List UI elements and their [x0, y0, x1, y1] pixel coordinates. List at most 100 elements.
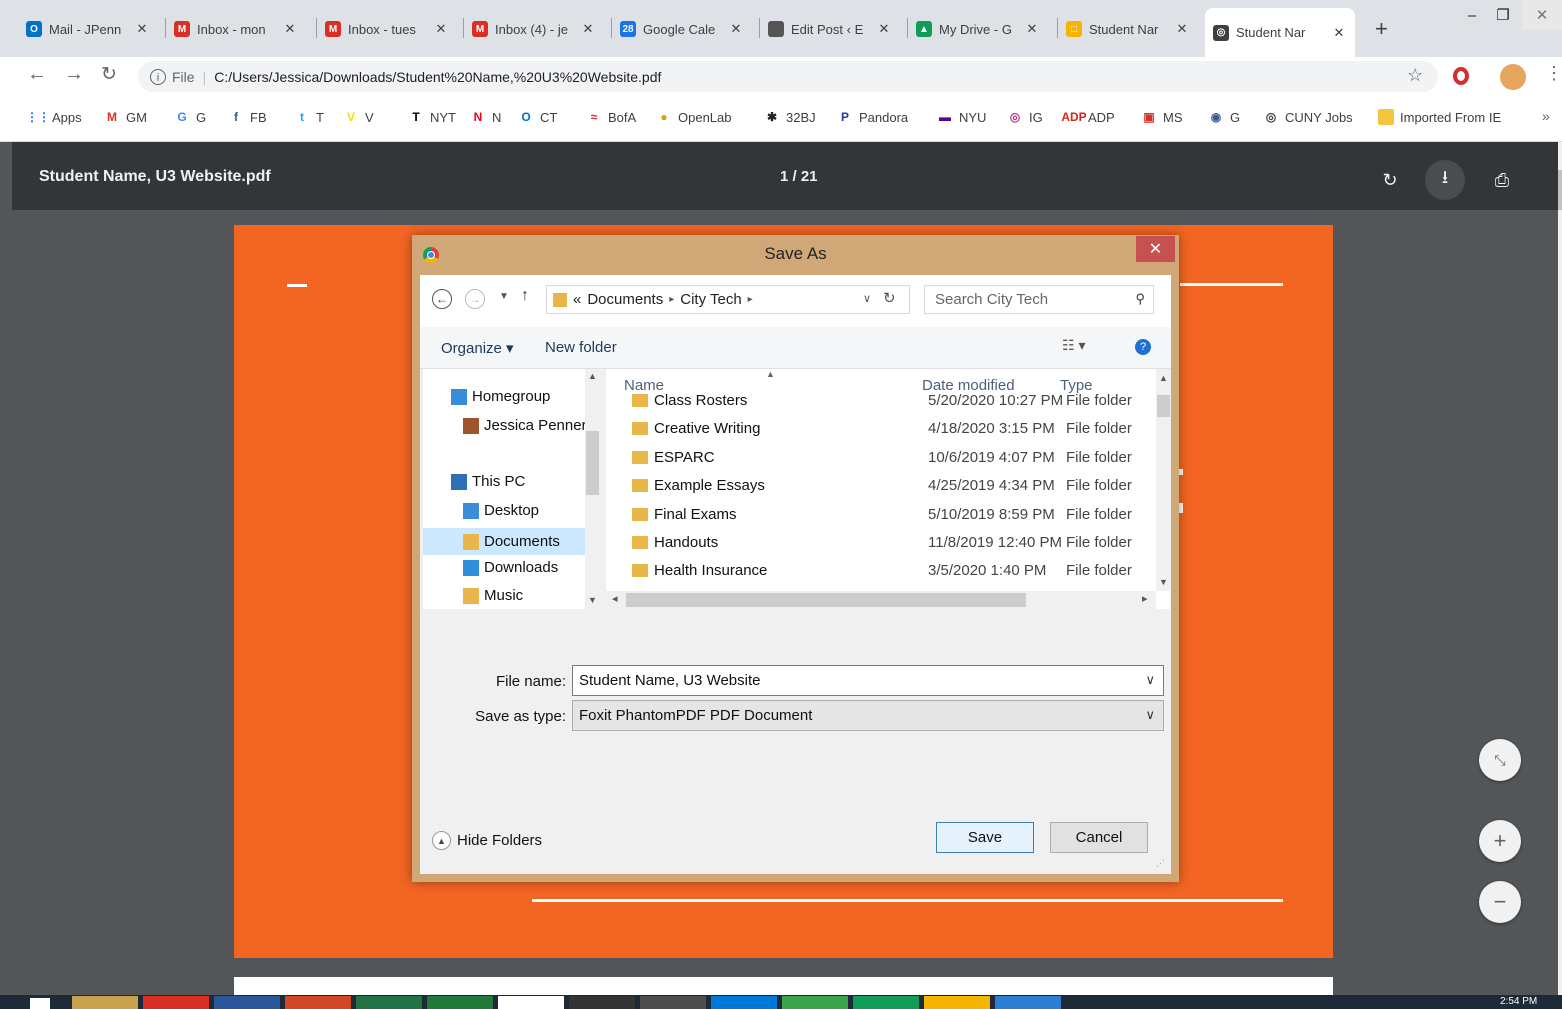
forward-icon[interactable]: →	[64, 63, 84, 86]
taskbar-app-icon[interactable]	[924, 996, 990, 1009]
nav-item-music[interactable]: Music	[463, 587, 523, 604]
bookmark-item[interactable]: ◎ IG	[1007, 109, 1043, 125]
taskbar-app-icon[interactable]	[214, 996, 280, 1009]
dialog-search-input[interactable]: Search City Tech ⚲	[924, 285, 1154, 314]
zoom-out-button[interactable]: −	[1479, 881, 1521, 923]
help-icon[interactable]: ?	[1135, 339, 1151, 355]
organize-button[interactable]: Organize ▾	[441, 339, 514, 357]
taskbar-app-icon[interactable]	[427, 996, 493, 1009]
pdf-scroll-thumb[interactable]	[1558, 170, 1562, 210]
new-tab-button[interactable]: +	[1375, 16, 1388, 42]
fit-page-icon[interactable]: ⤡	[1479, 739, 1521, 781]
taskbar-app-icon[interactable]	[711, 996, 777, 1009]
file-list-horizontal-scrollbar[interactable]: ◂ ▸	[606, 591, 1156, 609]
browser-tab[interactable]: M Inbox - tues ✕	[317, 10, 457, 48]
bookmark-item[interactable]: ● OpenLab	[656, 109, 731, 125]
bookmark-item[interactable]: ◎ CUNY Jobs	[1263, 109, 1353, 125]
dialog-close-button[interactable]: ✕	[1136, 236, 1175, 262]
nav-item-jessica-penner[interactable]: Jessica Penner	[463, 417, 587, 434]
new-folder-button[interactable]: New folder	[545, 339, 617, 356]
breadcrumb-dropdown-icon[interactable]: ∨	[863, 292, 871, 305]
pdf-scrollbar[interactable]	[1558, 142, 1562, 995]
window-close-button[interactable]: ✕	[1522, 0, 1562, 30]
tab-close-icon[interactable]: ✕	[1024, 21, 1040, 37]
chrome-menu-icon[interactable]: ⋮	[1545, 63, 1562, 84]
taskbar-app-icon[interactable]	[498, 996, 564, 1009]
nav-pane-scrollbar[interactable]: ▲ ▼	[585, 369, 600, 609]
scroll-right-icon[interactable]: ▸	[1142, 592, 1148, 605]
browser-tab[interactable]: ▲ My Drive - G ✕	[908, 10, 1048, 48]
tab-close-icon[interactable]: ✕	[1331, 25, 1347, 41]
bookmark-item[interactable]: tT	[294, 109, 324, 125]
taskbar-app-icon[interactable]	[782, 996, 848, 1009]
nav-item-this-pc[interactable]: This PC	[451, 473, 525, 490]
taskbar-app-icon[interactable]	[995, 996, 1061, 1009]
bookmark-item[interactable]: f FB	[228, 109, 267, 125]
browser-tab[interactable]: M Inbox (4) - je ✕	[464, 10, 604, 48]
cancel-button[interactable]: Cancel	[1050, 822, 1148, 853]
bookmark-item[interactable]: NN	[470, 109, 502, 125]
dialog-forward-icon[interactable]: →	[465, 289, 485, 309]
recent-locations-icon[interactable]: ▼	[499, 291, 509, 302]
resize-grip-icon[interactable]: ⋰	[1156, 858, 1165, 869]
bookmark-item[interactable]: VV	[343, 109, 374, 125]
tab-close-icon[interactable]: ✕	[134, 21, 150, 37]
bookmark-item[interactable]: P Pandora	[837, 109, 908, 125]
bookmark-item[interactable]: ◉ G	[1208, 109, 1240, 125]
browser-tab[interactable]: M Inbox - mon ✕	[166, 10, 306, 48]
bookmark-item[interactable]: ✱ 32BJ	[764, 109, 816, 125]
file-name-input[interactable]: Student Name, U3 Website ∨	[572, 665, 1164, 696]
nav-item-homegroup[interactable]: Homegroup	[451, 388, 550, 405]
view-options-icon[interactable]: ☷ ▾	[1062, 337, 1085, 354]
reload-icon[interactable]: ↻	[101, 63, 117, 86]
nav-item-desktop[interactable]: Desktop	[463, 502, 539, 519]
file-list-scroll-thumb[interactable]	[1157, 395, 1170, 417]
file-row[interactable]: Class Rosters 5/20/2020 10:27 PM File fold…	[606, 387, 1146, 415]
tab-close-icon[interactable]: ✕	[876, 21, 892, 37]
file-list-vertical-scrollbar[interactable]: ▲ ▼	[1156, 369, 1170, 591]
save-button[interactable]: Save	[936, 822, 1034, 853]
info-icon[interactable]: i	[150, 68, 166, 85]
file-list-hscroll-thumb[interactable]	[626, 593, 1026, 607]
download-icon[interactable]: ⭳	[1425, 160, 1465, 200]
taskbar-app-icon[interactable]	[285, 996, 351, 1009]
browser-tab[interactable]: Edit Post ‹ E ✕	[760, 10, 900, 48]
bookmark-item[interactable]: M GM	[104, 109, 147, 125]
tab-close-icon[interactable]: ✕	[1174, 21, 1190, 37]
back-icon[interactable]: ←	[27, 63, 47, 86]
taskbar-app-icon[interactable]	[569, 996, 635, 1009]
file-row[interactable]: Health Insurance 3/5/2020 1:40 PM File fol…	[606, 557, 1146, 585]
up-folder-icon[interactable]: ↑	[521, 287, 529, 305]
bookmark-item[interactable]: ▣ MS	[1141, 109, 1182, 125]
url-text[interactable]: C:/Users/Jessica/Downloads/Student%20Nam…	[214, 69, 661, 85]
browser-tab[interactable]: □ Student Nar ✕	[1058, 10, 1198, 48]
bookmark-item[interactable]: GG	[174, 109, 206, 125]
chevron-down-icon[interactable]: ∨	[1145, 707, 1155, 723]
start-button[interactable]	[30, 998, 50, 1009]
tab-close-icon[interactable]: ✕	[282, 21, 298, 37]
dialog-breadcrumb[interactable]: « Documents ▸ City Tech ▸ ∨ ↻	[546, 285, 910, 314]
hide-folders-button[interactable]: ▲ Hide Folders	[432, 831, 542, 850]
save-type-select[interactable]: Foxit PhantomPDF PDF Document ∨	[572, 700, 1164, 731]
chevron-down-icon[interactable]: ∨	[1145, 672, 1155, 688]
breadcrumb-chevron-icon[interactable]: ▸	[669, 294, 674, 305]
scroll-up-icon[interactable]: ▲	[1159, 373, 1168, 383]
scroll-down-icon[interactable]: ▼	[1159, 577, 1168, 587]
scroll-down-icon[interactable]: ▼	[588, 595, 597, 605]
profile-avatar[interactable]	[1500, 64, 1526, 90]
file-row[interactable]: Creative Writing 4/18/2020 3:15 PM File fo…	[606, 415, 1146, 443]
nav-scroll-thumb[interactable]	[586, 431, 599, 495]
print-icon[interactable]: ⎙	[1482, 160, 1522, 200]
dialog-back-icon[interactable]: ←	[432, 289, 452, 309]
bookmarks-overflow-button[interactable]: »	[1542, 108, 1550, 124]
zoom-in-button[interactable]: +	[1479, 820, 1521, 862]
opera-extension-icon[interactable]	[1453, 67, 1469, 85]
tab-close-icon[interactable]: ✕	[728, 21, 744, 37]
bookmark-item[interactable]: ⋮⋮ Apps	[26, 109, 82, 125]
taskbar-app-icon[interactable]	[72, 996, 138, 1009]
breadcrumb-city-tech[interactable]: City Tech	[680, 291, 741, 308]
bookmark-item[interactable]: ADP ADP	[1061, 109, 1114, 125]
file-row[interactable]: Example Essays 4/25/2019 4:34 PM File fold…	[606, 472, 1146, 500]
restore-button[interactable]: ❐	[1483, 0, 1523, 30]
dialog-refresh-icon[interactable]: ↻	[883, 289, 896, 307]
